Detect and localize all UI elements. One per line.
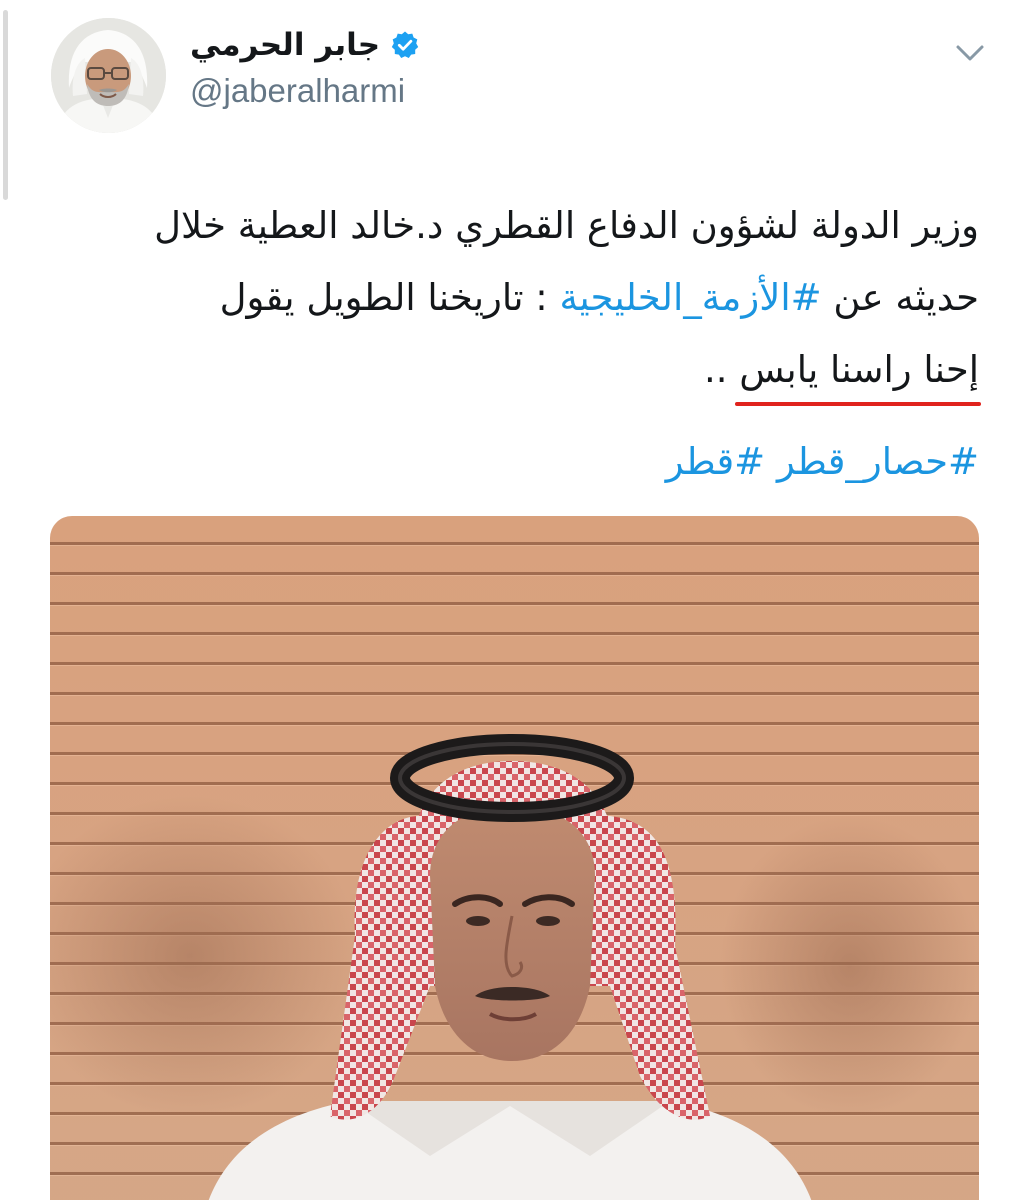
author-name-row: جابر الحرمي — [190, 20, 420, 70]
tweet-photo — [50, 516, 979, 1200]
author-handle[interactable]: @jaberalharmi — [190, 72, 420, 110]
hashtag-link-qatar[interactable]: #قطر — [666, 440, 765, 483]
quote-text: إحنا راسنا يابس — [739, 348, 979, 391]
tweet-author[interactable]: جابر الحرمي @jaberalharmi — [190, 20, 420, 120]
underlined-quote: إحنا راسنا يابس — [735, 324, 981, 416]
tweet-screenshot: جابر الحرمي @jaberalharmi وزير الدولة لش… — [0, 0, 1029, 1200]
author-avatar[interactable] — [51, 18, 166, 133]
verified-badge-icon — [391, 31, 419, 58]
hashtag-link-qatar-blockade[interactable]: #حصار_قطر — [777, 440, 979, 483]
tweet-text: وزير الدولة لشؤون الدفاع القطري د.خالد ا… — [50, 180, 981, 508]
hashtag-link-gulf-crisis[interactable]: #الأزمة_الخليجية — [559, 276, 821, 319]
tweet-text-segment: : تاريخنا الطويل يقول — [219, 276, 560, 319]
author-display-name[interactable]: جابر الحرمي — [190, 27, 380, 63]
chevron-down-icon[interactable] — [950, 38, 990, 68]
tweet-media-photo[interactable] — [50, 516, 979, 1200]
scrollbar-thumb[interactable] — [3, 10, 8, 200]
tweet-text-segment: .. — [703, 348, 740, 391]
avatar-image — [51, 18, 166, 133]
tweet-hashtags-line: #حصار_قطر #قطر — [50, 416, 979, 508]
red-underline-mark — [735, 402, 981, 406]
tweet-text-segment: حديثه عن — [821, 276, 979, 319]
scrollbar[interactable] — [0, 0, 14, 200]
